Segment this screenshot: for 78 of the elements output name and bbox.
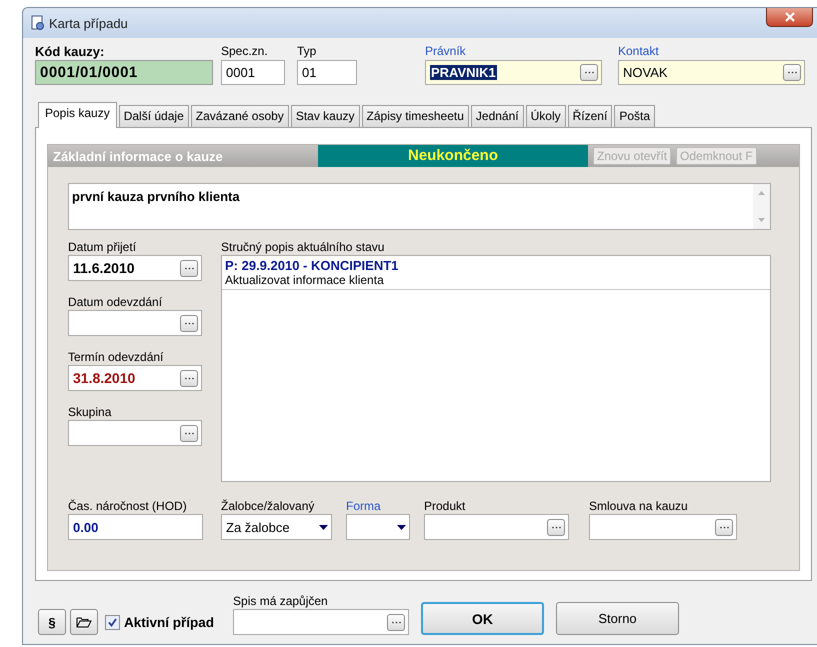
date-field[interactable]: 31.8.2010 xyxy=(68,365,202,391)
tab[interactable]: Úkoly xyxy=(526,105,566,127)
browse-button[interactable] xyxy=(715,518,733,536)
caret-icon xyxy=(319,524,328,530)
input-field[interactable]: 01 xyxy=(297,60,357,85)
entry-text: Aktualizovat informace klienta xyxy=(225,273,385,287)
close-icon xyxy=(784,12,796,22)
checkbox[interactable] xyxy=(105,614,120,630)
code-field[interactable]: 0001/01/0001 xyxy=(35,60,213,85)
tab[interactable]: Jednání xyxy=(470,105,524,127)
field-label: Typ xyxy=(297,43,318,60)
document-icon xyxy=(31,15,45,31)
browse-button[interactable] xyxy=(180,314,198,332)
ellipsis-icon xyxy=(184,376,194,380)
ellipsis-icon xyxy=(184,266,194,270)
section-button[interactable]: § xyxy=(38,609,66,635)
scrollbar[interactable] xyxy=(753,184,770,229)
browse-button[interactable] xyxy=(180,424,198,442)
field-label: Kontakt xyxy=(618,43,660,60)
field-label: Spec.zn. xyxy=(221,43,269,60)
ellipsis-icon xyxy=(184,322,194,324)
tab[interactable]: Další údaje xyxy=(118,105,189,127)
date-field[interactable]: 11.6.2010 xyxy=(68,255,202,281)
cancel-button[interactable]: Storno xyxy=(556,602,680,635)
close-button[interactable] xyxy=(766,8,813,27)
lookup-field[interactable] xyxy=(233,609,410,635)
tab[interactable]: Pošta xyxy=(614,105,655,127)
status-banner: Neukončeno xyxy=(318,145,588,167)
description-field[interactable]: první kauza prvního klienta xyxy=(68,183,771,230)
checkbox-label: Aktivní případ xyxy=(124,614,214,630)
lookup-field[interactable]: PRAVNIK1 xyxy=(425,60,602,85)
field-label: Forma xyxy=(346,498,382,514)
ellipsis-icon xyxy=(720,526,728,528)
field-label: Kód kauzy: xyxy=(35,43,106,60)
state-entry[interactable]: P: 29.9.2010 - KONCIPIENT1 Aktualizovat informace klienta xyxy=(222,256,770,290)
browse-button[interactable] xyxy=(547,518,565,536)
tab[interactable]: Stav kauzy xyxy=(290,105,360,127)
ellipsis-icon xyxy=(552,526,560,528)
lookup-field[interactable] xyxy=(424,514,569,540)
field-label: Právník xyxy=(425,43,467,60)
input-field[interactable]: 0.00 xyxy=(68,514,203,540)
lookup-field[interactable]: NOVAK xyxy=(618,60,805,85)
input-field[interactable]: 0001 xyxy=(221,60,285,85)
field-label: Termín odevzdání xyxy=(68,349,164,365)
folder-button[interactable] xyxy=(70,609,98,635)
field-label: Spis má zapůjčen xyxy=(233,593,329,609)
field-label: Datum odevzdání xyxy=(68,294,164,310)
browse-button[interactable] xyxy=(783,64,801,81)
browse-button[interactable] xyxy=(180,370,198,386)
entry-heading: P: 29.9.2010 - KONCIPIENT1 xyxy=(225,258,400,273)
browse-button[interactable] xyxy=(387,614,406,630)
group-title: Základní informace o kauze xyxy=(52,148,224,164)
dropdown[interactable]: Za žalobce xyxy=(221,514,332,540)
tab[interactable]: Zápisy timesheetu xyxy=(362,105,469,127)
tab[interactable]: Popis kauzy xyxy=(38,102,117,128)
ellipsis-icon xyxy=(788,71,796,74)
field-label: Stručný popis aktuálního stavu xyxy=(221,239,386,255)
caret-icon xyxy=(397,524,406,530)
ellipsis-icon xyxy=(584,71,594,74)
tab[interactable]: Zavázané osoby xyxy=(190,105,289,127)
date-field[interactable] xyxy=(68,420,202,446)
date-field[interactable] xyxy=(68,310,202,336)
field-label: Smlouva na kauzu xyxy=(589,498,689,514)
lookup-field[interactable] xyxy=(589,514,737,540)
field-label: Čas. náročnost (HOD) xyxy=(68,498,188,514)
field-label: Skupina xyxy=(68,404,112,420)
field-label: Datum přijetí xyxy=(68,239,138,255)
browse-button[interactable] xyxy=(180,260,198,276)
tab[interactable]: Řízení xyxy=(568,105,612,127)
field-label: Produkt xyxy=(424,498,466,514)
browse-button[interactable] xyxy=(580,64,598,81)
ok-button[interactable]: OK xyxy=(421,602,544,635)
ellipsis-icon xyxy=(184,432,194,434)
ellipsis-icon xyxy=(392,620,401,624)
window-title: Karta případu xyxy=(49,16,128,30)
field-label: Žalobce/žalovaný xyxy=(221,498,316,514)
folder-icon xyxy=(76,616,92,628)
dropdown[interactable] xyxy=(346,514,410,540)
